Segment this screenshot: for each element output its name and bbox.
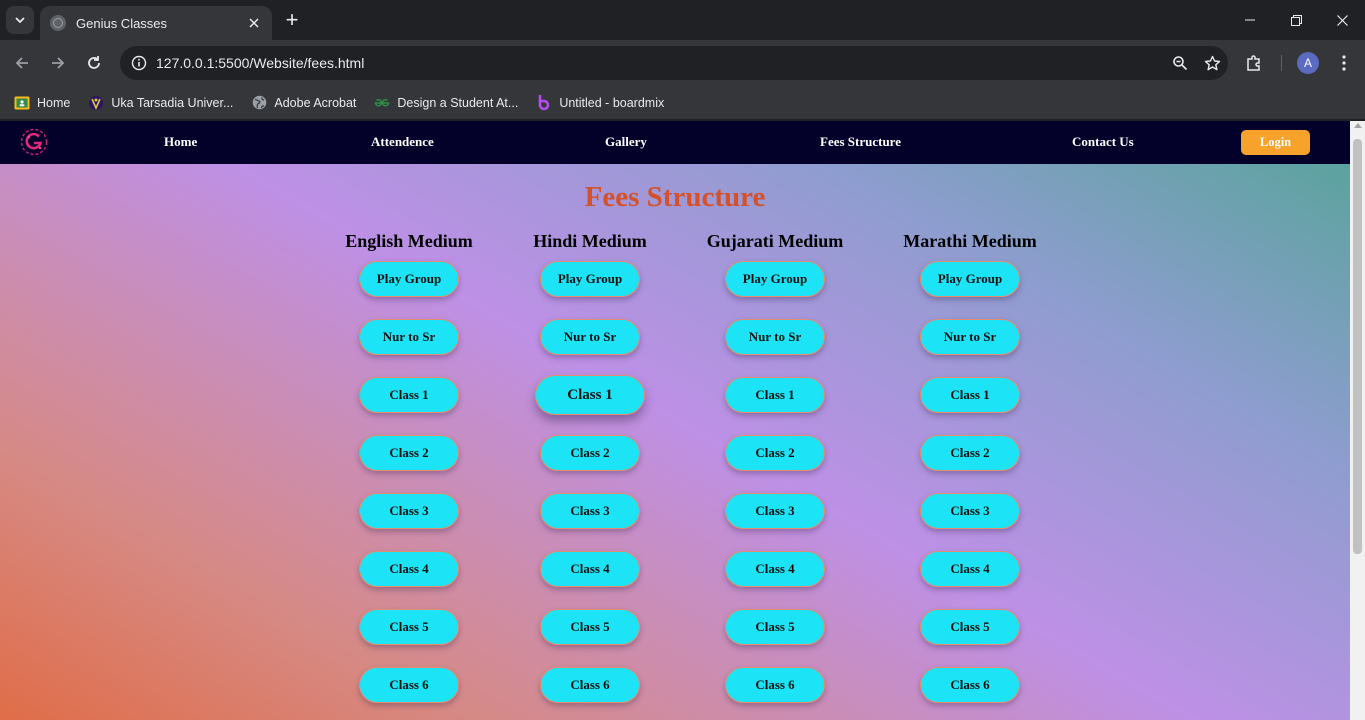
class-fee-button[interactable]: Class 4 <box>725 551 825 587</box>
class-fee-button[interactable]: Class 4 <box>359 551 459 587</box>
bookmarks-bar: Home Uka Tarsadia Univer... Adobe Acroba… <box>0 86 1365 120</box>
page-viewport: Home Attendence Gallery Fees Structure C… <box>0 121 1350 720</box>
tab-strip: Genius Classes + <box>0 0 1365 40</box>
medium-column: Marathi Medium Play Group Nur to Sr Class 1… <box>880 229 1060 703</box>
class-fee-button[interactable]: Class 2 <box>540 435 640 471</box>
browser-toolbar: 127.0.0.1:5500/Website/fees.html A <box>0 40 1365 86</box>
class-fee-button[interactable]: Class 5 <box>359 609 459 645</box>
new-tab-button[interactable]: + <box>280 7 304 32</box>
url-text[interactable]: 127.0.0.1:5500/Website/fees.html <box>156 55 1164 71</box>
bookmark-label: Uka Tarsadia Univer... <box>111 95 234 110</box>
class-fee-button[interactable]: Nur to Sr <box>540 319 640 355</box>
close-window-button[interactable] <box>1319 0 1365 40</box>
boardmix-icon <box>536 94 552 111</box>
close-tab-icon[interactable] <box>246 15 262 31</box>
class-fee-button[interactable]: Class 4 <box>920 551 1020 587</box>
bookmark-uka-tarsadia[interactable]: Uka Tarsadia Univer... <box>82 89 239 117</box>
extensions-icon[interactable] <box>1240 49 1268 77</box>
page-scrollbar[interactable] <box>1350 121 1365 720</box>
nav-gallery[interactable]: Gallery <box>605 134 647 150</box>
arrow-left-icon <box>15 57 28 69</box>
classroom-icon <box>14 95 30 111</box>
class-fee-button[interactable]: Class 1 <box>725 377 825 413</box>
medium-column: Hindi Medium Play Group Nur to Sr Class 1 Cl… <box>500 229 680 703</box>
reload-icon <box>88 56 100 69</box>
medium-heading: Marathi Medium <box>903 231 1037 251</box>
class-fee-button[interactable]: Play Group <box>725 261 825 297</box>
page-title: Fees Structure <box>584 181 766 213</box>
restore-button[interactable] <box>1273 0 1319 40</box>
class-fee-button[interactable]: Class 1 <box>535 375 645 415</box>
class-fee-button[interactable]: Nur to Sr <box>359 319 459 355</box>
profile-avatar[interactable]: A <box>1297 52 1319 74</box>
site-navbar: Home Attendence Gallery Fees Structure C… <box>0 121 1350 164</box>
class-fee-button[interactable]: Nur to Sr <box>725 319 825 355</box>
bookmark-adobe-acrobat[interactable]: Adobe Acrobat <box>245 89 362 117</box>
medium-heading: Hindi Medium <box>533 231 647 251</box>
login-button[interactable]: Login <box>1241 130 1310 155</box>
nav-contact-us[interactable]: Contact Us <box>1072 134 1134 150</box>
class-fee-button[interactable]: Class 6 <box>359 667 459 703</box>
genius-logo-icon[interactable] <box>20 128 48 156</box>
class-fee-button[interactable]: Class 3 <box>725 493 825 529</box>
class-fee-button[interactable]: Play Group <box>920 261 1020 297</box>
class-fee-button[interactable]: Class 6 <box>725 667 825 703</box>
class-fee-button[interactable]: Class 2 <box>359 435 459 471</box>
class-fee-button[interactable]: Class 1 <box>920 377 1020 413</box>
toolbar-separator <box>1281 55 1282 71</box>
bookmark-label: Adobe Acrobat <box>274 95 357 110</box>
class-fee-button[interactable]: Class 6 <box>540 667 640 703</box>
site-info-icon[interactable] <box>122 46 156 80</box>
back-button[interactable] <box>8 49 36 77</box>
globe-icon <box>50 15 66 31</box>
class-fee-button[interactable]: Class 2 <box>920 435 1020 471</box>
bookmark-label: Design a Student At... <box>397 95 519 110</box>
medium-column: Gujarati Medium Play Group Nur to Sr Class … <box>685 229 865 703</box>
class-fee-button[interactable]: Class 1 <box>359 377 459 413</box>
bookmark-design-student[interactable]: Design a Student At... <box>368 89 524 117</box>
globe-icon <box>251 95 267 111</box>
bookmark-boardmix[interactable]: Untitled - boardmix <box>530 89 670 117</box>
tab-search-button[interactable] <box>6 6 34 34</box>
browser-tab[interactable]: Genius Classes <box>40 6 272 40</box>
class-fee-button[interactable]: Class 5 <box>920 609 1020 645</box>
tab-title: Genius Classes <box>76 15 168 31</box>
class-fee-button[interactable]: Play Group <box>359 261 459 297</box>
nav-attendence[interactable]: Attendence <box>371 134 434 150</box>
bookmark-label: Untitled - boardmix <box>559 95 665 110</box>
class-fee-button[interactable]: Class 3 <box>920 493 1020 529</box>
zoom-icon[interactable] <box>1164 47 1196 79</box>
geeksforgeeks-icon <box>374 95 390 111</box>
scroll-up-arrow-icon[interactable] <box>1354 123 1362 128</box>
reload-button[interactable] <box>80 49 108 77</box>
nav-home[interactable]: Home <box>164 134 197 150</box>
medium-heading: English Medium <box>345 231 473 251</box>
arrow-right-icon <box>52 57 65 69</box>
class-fee-button[interactable]: Class 2 <box>725 435 825 471</box>
bookmark-star-icon[interactable] <box>1196 47 1228 79</box>
class-fee-button[interactable]: Class 6 <box>920 667 1020 703</box>
class-fee-button[interactable]: Class 4 <box>540 551 640 587</box>
medium-column: English Medium Play Group Nur to Sr Class 1… <box>319 229 499 703</box>
forward-button[interactable] <box>44 49 72 77</box>
university-logo-icon <box>88 95 104 111</box>
class-fee-button[interactable]: Nur to Sr <box>920 319 1020 355</box>
browser-menu-icon[interactable] <box>1332 49 1356 77</box>
bookmark-home[interactable]: Home <box>8 89 76 117</box>
class-fee-button[interactable]: Play Group <box>540 261 640 297</box>
chevron-down-icon <box>15 17 25 24</box>
medium-heading: Gujarati Medium <box>706 231 844 251</box>
class-fee-button[interactable]: Class 5 <box>540 609 640 645</box>
class-fee-button[interactable]: Class 5 <box>725 609 825 645</box>
address-bar[interactable]: 127.0.0.1:5500/Website/fees.html <box>120 46 1228 80</box>
class-fee-button[interactable]: Class 3 <box>540 493 640 529</box>
bookmark-label: Home <box>37 95 71 110</box>
minimize-button[interactable] <box>1227 0 1273 40</box>
scrollbar-thumb[interactable] <box>1353 139 1362 554</box>
nav-fees-structure[interactable]: Fees Structure <box>820 134 901 150</box>
class-fee-button[interactable]: Class 3 <box>359 493 459 529</box>
